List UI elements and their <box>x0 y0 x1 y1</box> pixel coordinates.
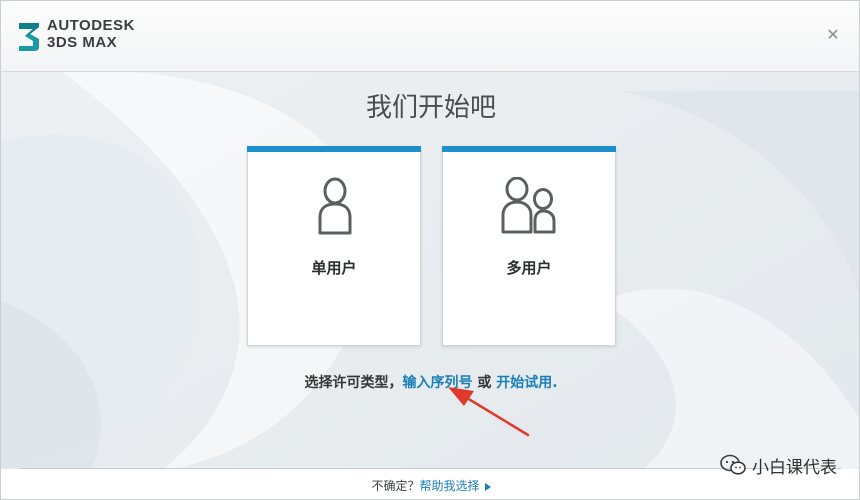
installer-window: AUTODESK 3DS MAX ✕ 我们开始吧 单用户 多用户 选择许可类型，… <box>0 0 860 500</box>
multi-user-label: 多用户 <box>506 259 552 277</box>
brand-product-name: 3DS MAX <box>47 34 118 51</box>
watermark-text: 小白课代表 <box>752 457 837 478</box>
footer-divider <box>19 468 841 469</box>
close-button[interactable]: ✕ <box>825 27 841 43</box>
single-user-card[interactable]: 单用户 <box>247 146 421 346</box>
footer-question: 不确定？ <box>371 479 420 493</box>
brand-autodesk: AUTODESK <box>47 17 135 34</box>
footer: 不确定？帮助我选择 <box>1 477 859 494</box>
title-bar: AUTODESK 3DS MAX ✕ <box>1 1 859 72</box>
3ds-max-logo-icon <box>19 23 39 51</box>
start-trial-link[interactable]: 开始试用 <box>496 375 552 391</box>
single-user-icon <box>318 177 352 235</box>
wechat-icon <box>720 454 746 475</box>
help-me-choose-link[interactable]: 帮助我选择 <box>420 479 480 493</box>
instruction-prefix: 选择许可类型， <box>304 375 403 391</box>
card-accent-bar <box>247 146 421 152</box>
single-user-label: 单用户 <box>311 259 357 277</box>
multi-user-card[interactable]: 多用户 <box>442 146 616 346</box>
background-artwork <box>1 1 859 499</box>
close-icon: ✕ <box>826 25 840 44</box>
multi-user-icon <box>501 177 556 234</box>
page-title: 我们开始吧 <box>365 93 496 123</box>
instruction-suffix: . <box>552 375 558 391</box>
enter-serial-link[interactable]: 输入序列号 <box>402 375 472 391</box>
play-arrow-icon <box>484 482 491 491</box>
instruction-or: 或 <box>472 375 497 391</box>
license-instruction: 选择许可类型，输入序列号 或 开始试用. <box>1 372 859 392</box>
watermark: 小白课代表 <box>720 453 837 478</box>
card-accent-bar <box>442 146 616 152</box>
